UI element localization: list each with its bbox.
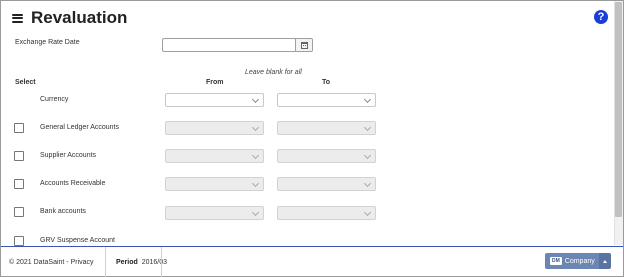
general-ledger-from-select[interactable] [165, 121, 264, 135]
chevron-down-icon [363, 151, 372, 160]
footer-divider [161, 247, 162, 277]
company-button[interactable]: DM Company [545, 253, 599, 269]
select-column-header: Select [15, 79, 36, 86]
chevron-down-icon [363, 179, 372, 188]
accounts-receivable-checkbox[interactable] [14, 179, 24, 189]
bank-accounts-to-select[interactable] [277, 206, 376, 220]
chevron-down-icon [251, 151, 260, 160]
accounts-receivable-label: Accounts Receivable [40, 180, 106, 187]
company-label: Company [564, 257, 595, 265]
calendar-button[interactable] [296, 38, 313, 52]
company-badge: DM [550, 257, 562, 265]
copyright-text: © 2021 DataSaint - Privacy [9, 259, 94, 266]
bank-accounts-label: Bank accounts [40, 208, 86, 215]
bank-accounts-from-select[interactable] [165, 206, 264, 220]
chevron-down-icon [363, 95, 372, 104]
supplier-accounts-checkbox[interactable] [14, 151, 24, 161]
help-icon[interactable]: ? [594, 10, 608, 24]
chevron-down-icon [363, 123, 372, 132]
currency-to-select[interactable] [277, 93, 376, 107]
page-header: Revaluation [12, 7, 127, 29]
chevron-down-icon [363, 208, 372, 217]
period-display: Period 2016/03 [116, 259, 167, 266]
footer-divider [105, 247, 106, 277]
page-title: Revaluation [31, 8, 128, 27]
supplier-accounts-label: Supplier Accounts [40, 152, 97, 159]
supplier-accounts-to-select[interactable] [277, 149, 376, 163]
hamburger-menu-icon[interactable] [12, 13, 23, 23]
privacy-link[interactable]: Privacy [71, 259, 94, 266]
bank-accounts-checkbox[interactable] [14, 207, 24, 217]
to-column-header: To [322, 79, 331, 86]
footer-bar: © 2021 DataSaint - Privacy Period 2016/0… [1, 246, 623, 277]
period-label: Period [116, 259, 138, 266]
grv-suspense-label: GRV Suspense Account [40, 237, 115, 244]
exchange-rate-date-input[interactable] [162, 38, 296, 52]
chevron-down-icon [251, 179, 260, 188]
calendar-icon [300, 41, 308, 49]
grv-suspense-checkbox[interactable] [14, 236, 24, 246]
general-ledger-to-select[interactable] [277, 121, 376, 135]
period-value: 2016/03 [141, 259, 167, 266]
general-ledger-label: General Ledger Accounts [40, 124, 119, 131]
currency-label: Currency [40, 96, 69, 103]
chevron-down-icon [251, 208, 260, 217]
accounts-receivable-from-select[interactable] [165, 177, 264, 191]
leave-blank-hint: Leave blank for all [245, 69, 302, 76]
accounts-receivable-to-select[interactable] [277, 177, 376, 191]
caret-up-icon[interactable] [599, 253, 611, 269]
chevron-down-icon [251, 95, 260, 104]
from-column-header: From [206, 79, 224, 86]
supplier-accounts-from-select[interactable] [165, 149, 264, 163]
exchange-rate-date-label: Exchange Rate Date [15, 39, 80, 46]
chevron-down-icon [251, 123, 260, 132]
copyright-label: © 2021 DataSaint - [9, 259, 71, 266]
scrollbar-thumb[interactable] [615, 2, 622, 217]
currency-from-select[interactable] [165, 93, 264, 107]
general-ledger-checkbox[interactable] [14, 123, 24, 133]
